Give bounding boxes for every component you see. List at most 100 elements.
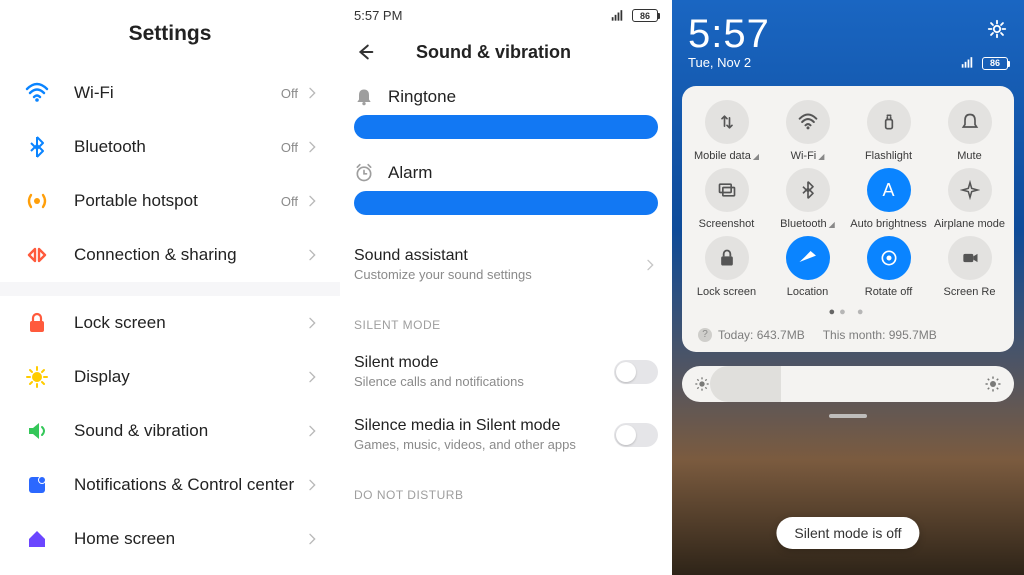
tile-screenshot[interactable]: Screenshot [688, 168, 765, 230]
silent-mode-label: Silent mode [354, 354, 614, 372]
sound-vibration-screen: 5:57 PM 86 Sound & vibration Ringtone Al… [340, 0, 672, 575]
shade-clock: 5:57 [688, 12, 1008, 57]
chevron-right-icon [304, 315, 320, 331]
lock-icon [24, 310, 50, 336]
back-button[interactable] [354, 41, 376, 63]
plane-icon [948, 168, 992, 212]
row-state: Off [281, 86, 298, 101]
brightness-slider[interactable] [682, 366, 1014, 402]
row-label: Display [74, 367, 304, 387]
sound-assistant-row[interactable]: Sound assistant Customize your sound set… [354, 233, 658, 296]
dnd-header: DO NOT DISTURB [354, 466, 658, 510]
signal-icon [958, 56, 976, 70]
alarm-label: Alarm [388, 163, 432, 183]
settings-row-display[interactable]: Display [0, 350, 340, 404]
page-indicator: ●● ● [688, 298, 1008, 324]
tile-label: Bluetooth◢ [780, 218, 835, 230]
tile-airplane-mode[interactable]: Airplane mode [931, 168, 1008, 230]
ringtone-label: Ringtone [388, 87, 456, 107]
wifi-icon [24, 80, 50, 106]
page-title: Settings [0, 8, 340, 66]
row-label: Portable hotspot [74, 191, 281, 211]
settings-screen: Settings Wi-Fi Off Bluetooth Off Portabl… [0, 0, 340, 575]
display-icon [24, 364, 50, 390]
tile-mobile-data[interactable]: Mobile data◢ [688, 100, 765, 162]
settings-row-bluetooth[interactable]: Bluetooth Off [0, 120, 340, 174]
settings-row-home-screen[interactable]: Home screen [0, 512, 340, 566]
chevron-right-icon [304, 531, 320, 547]
row-state: Off [281, 194, 298, 209]
sound-assistant-sub: Customize your sound settings [354, 267, 642, 282]
brightness-high-icon [984, 375, 1002, 393]
tile-screen-re[interactable]: Screen Re [931, 236, 1008, 298]
silent-mode-row[interactable]: Silent mode Silence calls and notificati… [354, 340, 658, 403]
tile-auto-brightness[interactable]: A Auto brightness [850, 168, 927, 230]
settings-gear-icon[interactable] [986, 18, 1008, 40]
status-time: 5:57 PM [354, 8, 402, 23]
rotate-icon [867, 236, 911, 280]
usage-month: This month: 995.7MB [823, 328, 937, 342]
silence-media-row[interactable]: Silence media in Silent mode Games, musi… [354, 403, 658, 466]
row-label: Bluetooth [74, 137, 281, 157]
sound-assistant-label: Sound assistant [354, 247, 642, 265]
usage-today: Today: 643.7MB [718, 328, 805, 342]
bluetooth-icon [786, 168, 830, 212]
chevron-right-icon [304, 247, 320, 263]
ringtone-slider[interactable] [354, 115, 658, 139]
shade-status-icons: 86 [958, 56, 1008, 70]
alarm-slider[interactable] [354, 191, 658, 215]
silent-mode-sub: Silence calls and notifications [354, 374, 614, 389]
row-label: Connection & sharing [74, 245, 304, 265]
tile-lock-screen[interactable]: Lock screen [688, 236, 765, 298]
settings-row-sound-vibration[interactable]: Sound & vibration [0, 404, 340, 458]
tile-bluetooth[interactable]: Bluetooth◢ [769, 168, 846, 230]
page-title: Sound & vibration [416, 42, 571, 63]
settings-row-notifications-control-center[interactable]: Notifications & Control center [0, 458, 340, 512]
shade-drag-handle[interactable] [829, 414, 867, 418]
location-icon [786, 236, 830, 280]
tile-label: Lock screen [697, 286, 756, 298]
wifi-icon [786, 100, 830, 144]
info-icon: ? [698, 328, 712, 342]
tile-label: Mute [957, 150, 981, 162]
shot-icon [705, 168, 749, 212]
tile-rotate-off[interactable]: Rotate off [850, 236, 927, 298]
brightness-low-icon [694, 376, 710, 392]
settings-row-lock-screen[interactable]: Lock screen [0, 296, 340, 350]
chevron-right-icon [304, 85, 320, 101]
signal-icon [608, 9, 626, 23]
tile-label: Location [787, 286, 829, 298]
row-label: Wi-Fi [74, 83, 281, 103]
lock-icon [705, 236, 749, 280]
sharing-icon [24, 242, 50, 268]
silence-media-toggle[interactable] [614, 423, 658, 447]
hotspot-icon [24, 188, 50, 214]
bell-icon [354, 87, 374, 107]
toast: Silent mode is off [776, 517, 919, 549]
notif-icon [24, 472, 50, 498]
tile-flashlight[interactable]: Flashlight [850, 100, 927, 162]
silent-mode-toggle[interactable] [614, 360, 658, 384]
chevron-right-icon [304, 139, 320, 155]
row-label: Notifications & Control center [74, 475, 304, 495]
row-label: Home screen [74, 529, 304, 549]
status-bar: 5:57 PM 86 [340, 0, 672, 31]
settings-row-portable-hotspot[interactable]: Portable hotspot Off [0, 174, 340, 228]
data-usage[interactable]: ? Today: 643.7MB This month: 995.7MB [688, 324, 1008, 344]
settings-row-connection-sharing[interactable]: Connection & sharing [0, 228, 340, 282]
row-label: Lock screen [74, 313, 304, 333]
tile-mute[interactable]: Mute [931, 100, 1008, 162]
tile-location[interactable]: Location [769, 236, 846, 298]
mute-icon [948, 100, 992, 144]
data-icon [705, 100, 749, 144]
settings-row-wi-fi[interactable]: Wi-Fi Off [0, 66, 340, 120]
rec-icon [948, 236, 992, 280]
autobr-icon: A [867, 168, 911, 212]
silent-mode-header: SILENT MODE [354, 296, 658, 340]
quick-settings-panel: Mobile data◢ Wi-Fi◢ Flashlight Mute Scre… [682, 86, 1014, 352]
tile-wi-fi[interactable]: Wi-Fi◢ [769, 100, 846, 162]
sound-icon [24, 418, 50, 444]
tile-label: Screenshot [699, 218, 755, 230]
home-icon [24, 526, 50, 552]
chevron-right-icon [304, 193, 320, 209]
